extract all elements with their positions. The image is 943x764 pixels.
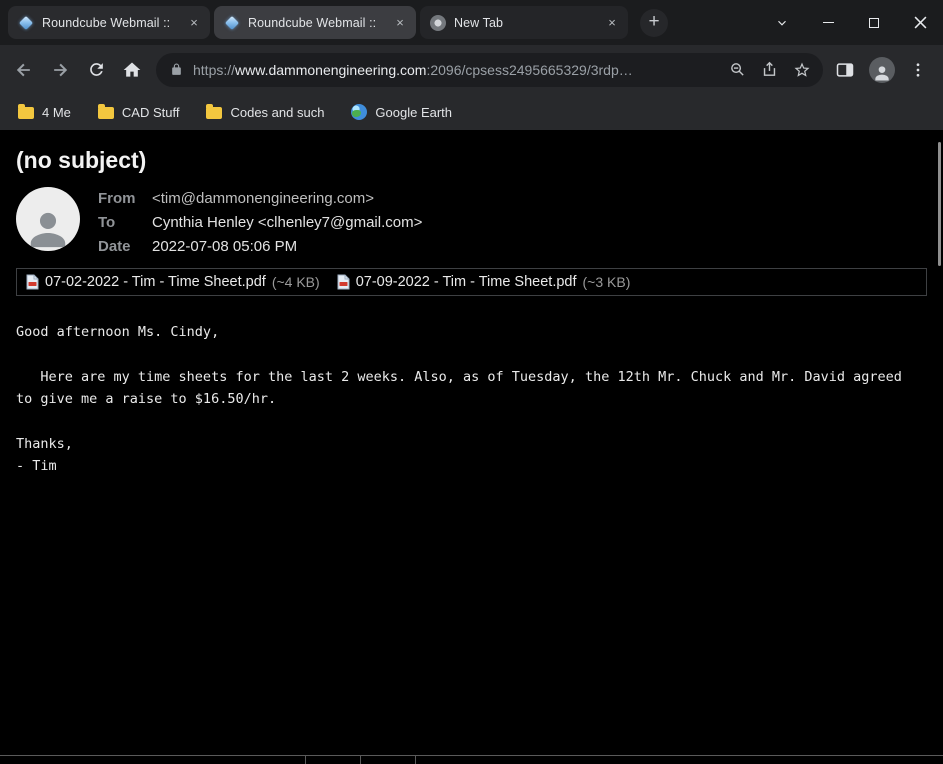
tab-close-icon[interactable]: ×: [392, 15, 408, 31]
sidebar-icon[interactable]: [835, 60, 855, 80]
folder-icon: [98, 107, 114, 119]
url-path: :2096/cpsess2495665329/3rdp…: [426, 62, 632, 78]
minimize-button[interactable]: [805, 0, 851, 45]
browser-window: Roundcube Webmail :: × Roundcube Webmail…: [0, 0, 943, 764]
to-label: To: [98, 214, 152, 231]
pdf-file-icon: [26, 274, 39, 290]
url-host: www.dammonengineering.com: [235, 62, 426, 78]
bookmark-folder-4-me[interactable]: 4 Me: [18, 105, 71, 120]
reload-button[interactable]: [78, 52, 114, 88]
bookmark-folder-cad-stuff[interactable]: CAD Stuff: [98, 105, 180, 120]
tab-title: Roundcube Webmail ::: [248, 16, 384, 30]
sender-avatar: [16, 187, 80, 251]
attachments-bar: 07-02-2022 - Tim - Time Sheet.pdf (~4 KB…: [16, 268, 927, 296]
roundcube-favicon: [224, 15, 240, 31]
address-bar[interactable]: https://www.dammonengineering.com:2096/c…: [156, 53, 823, 87]
new-tab-favicon: [430, 15, 446, 31]
message-subject: (no subject): [16, 130, 927, 174]
forward-button[interactable]: [42, 52, 78, 88]
lock-icon[interactable]: [170, 63, 183, 76]
profile-avatar-button[interactable]: [869, 57, 895, 83]
url-text: https://www.dammonengineering.com:2096/c…: [193, 62, 719, 78]
url-scheme: https://: [193, 62, 235, 78]
new-tab-button[interactable]: +: [640, 9, 668, 37]
toolbar-right-cluster: [831, 57, 935, 83]
to-value: Cynthia Henley <clhenley7@gmail.com>: [152, 214, 422, 231]
bottom-table-edge: [0, 755, 943, 764]
header-fields: From <tim@dammonengineering.com> To Cynt…: [98, 187, 422, 255]
back-button[interactable]: [6, 52, 42, 88]
table-column-divider: [415, 756, 416, 764]
date-value: 2022-07-08 05:06 PM: [152, 238, 422, 255]
attachment-link-1[interactable]: 07-02-2022 - Tim - Time Sheet.pdf (~4 KB…: [26, 274, 320, 290]
tab-roundcube-1[interactable]: Roundcube Webmail :: ×: [8, 6, 210, 39]
menu-dots-icon[interactable]: [909, 61, 927, 79]
folder-icon: [206, 107, 222, 119]
attachment-name: 07-09-2022 - Tim - Time Sheet.pdf: [356, 274, 577, 290]
tab-search-chevron-icon[interactable]: [759, 0, 805, 45]
window-controls: [759, 0, 943, 45]
tab-title: New Tab: [454, 16, 596, 30]
bookmarks-bar: 4 Me CAD Stuff Codes and such Google Ear…: [0, 94, 943, 130]
home-button[interactable]: [114, 52, 150, 88]
maximize-button[interactable]: [851, 0, 897, 45]
browser-toolbar: https://www.dammonengineering.com:2096/c…: [0, 45, 943, 94]
folder-icon: [18, 107, 34, 119]
bookmark-label: Google Earth: [375, 105, 452, 120]
omnibox-actions: [729, 61, 811, 79]
message-header: From <tim@dammonengineering.com> To Cynt…: [16, 187, 927, 255]
table-column-divider: [360, 756, 361, 764]
webmail-message-view: (no subject) From <tim@dammonengineering…: [0, 130, 943, 764]
message-body: Good afternoon Ms. Cindy, Here are my ti…: [16, 321, 927, 478]
tab-new-tab[interactable]: New Tab ×: [420, 6, 628, 39]
bookmark-label: Codes and such: [230, 105, 324, 120]
from-label: From: [98, 190, 152, 207]
tab-title: Roundcube Webmail ::: [42, 16, 178, 30]
share-icon[interactable]: [761, 61, 778, 78]
zoom-icon[interactable]: [729, 61, 746, 78]
table-column-divider: [305, 756, 306, 764]
from-value: <tim@dammonengineering.com>: [152, 190, 422, 207]
bookmark-folder-codes-and-such[interactable]: Codes and such: [206, 105, 324, 120]
attachment-size: (~3 KB): [583, 274, 631, 290]
tab-roundcube-2-active[interactable]: Roundcube Webmail :: ×: [214, 6, 416, 39]
tab-strip: Roundcube Webmail :: × Roundcube Webmail…: [0, 0, 943, 45]
attachment-size: (~4 KB): [272, 274, 320, 290]
bookmark-label: CAD Stuff: [122, 105, 180, 120]
date-label: Date: [98, 238, 152, 255]
person-icon: [25, 205, 71, 251]
person-icon: [872, 63, 892, 83]
minimize-icon: [823, 22, 834, 24]
tab-close-icon[interactable]: ×: [186, 15, 202, 31]
close-window-button[interactable]: [897, 0, 943, 45]
bookmark-star-icon[interactable]: [793, 61, 811, 79]
attachment-name: 07-02-2022 - Tim - Time Sheet.pdf: [45, 274, 266, 290]
attachment-link-2[interactable]: 07-09-2022 - Tim - Time Sheet.pdf (~3 KB…: [337, 274, 631, 290]
globe-icon: [351, 104, 367, 120]
bookmark-label: 4 Me: [42, 105, 71, 120]
pdf-file-icon: [337, 274, 350, 290]
tab-close-icon[interactable]: ×: [604, 15, 620, 31]
scrollbar-thumb[interactable]: [938, 142, 941, 266]
maximize-icon: [869, 18, 879, 28]
roundcube-favicon: [18, 15, 34, 31]
bookmark-google-earth[interactable]: Google Earth: [351, 104, 452, 120]
